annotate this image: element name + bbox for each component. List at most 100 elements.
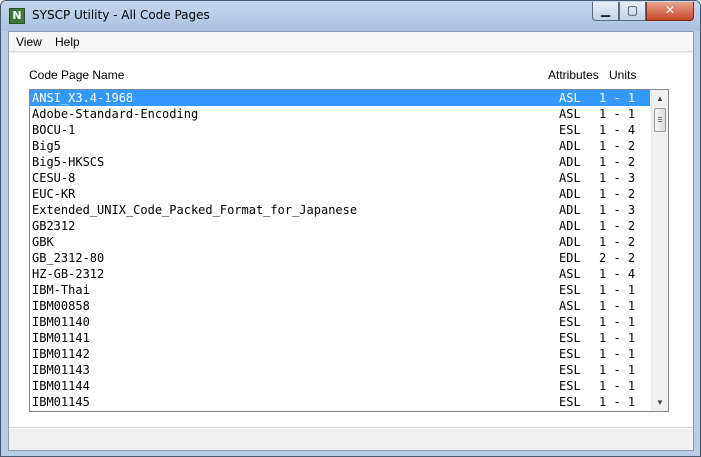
minimize-button[interactable]: ▁	[592, 2, 619, 21]
code-page-name: IBM-Thai	[32, 283, 90, 297]
code-page-units: 1 - 1	[599, 283, 636, 297]
list-item[interactable]: IBM01144 ESL 1 - 1	[30, 378, 650, 394]
code-page-attributes: ADL	[559, 187, 581, 201]
code-page-attributes: ESL	[559, 315, 581, 329]
code-page-units: 1 - 3	[599, 171, 636, 185]
scroll-up-button[interactable]: ▲	[652, 90, 668, 107]
code-page-units: 1 - 1	[599, 91, 636, 105]
code-page-units: 1 - 2	[599, 219, 636, 233]
code-page-attributes: ASL	[559, 171, 581, 185]
code-page-attributes: ASL	[559, 91, 581, 105]
code-page-units: 1 - 1	[599, 331, 636, 345]
code-page-name: IBM01145	[32, 395, 90, 409]
code-page-units: 1 - 1	[599, 299, 636, 313]
window-title: SYSCP Utility - All Code Pages	[32, 8, 210, 22]
code-page-units: 1 - 1	[599, 395, 636, 409]
list-item[interactable]: IBM01141 ESL 1 - 1	[30, 330, 650, 346]
code-page-rows: ANSI_X3.4-1968 ASL 1 - 1 Adobe-Standard-Enc…	[30, 90, 650, 410]
grip-line	[658, 119, 662, 120]
code-page-units: 2 - 2	[599, 251, 636, 265]
app-window: N SYSCP Utility - All Code Pages ▁ ▢ ✕ V…	[0, 0, 701, 457]
scroll-down-button[interactable]: ▼	[652, 394, 668, 411]
code-page-attributes: ADL	[559, 235, 581, 249]
code-page-name: IBM01141	[32, 331, 90, 345]
list-item[interactable]: IBM01143 ESL 1 - 1	[30, 362, 650, 378]
list-item[interactable]: ANSI_X3.4-1968 ASL 1 - 1	[30, 90, 650, 106]
code-page-name: Big5	[32, 139, 61, 153]
code-page-units: 1 - 2	[599, 155, 636, 169]
code-page-attributes: ASL	[559, 107, 581, 121]
list-item[interactable]: Big5-HKSCS ADL 1 - 2	[30, 154, 650, 170]
menu-view[interactable]: View	[16, 35, 42, 49]
code-page-units: 1 - 1	[599, 315, 636, 329]
list-item[interactable]: GB2312 ADL 1 - 2	[30, 218, 650, 234]
content-pane: Code Page Name Attributes Units ANSI_X3.…	[9, 53, 693, 428]
code-page-name: Big5-HKSCS	[32, 155, 105, 169]
code-page-name: IBM01140	[32, 315, 90, 329]
list-item[interactable]: CESU-8 ASL 1 - 3	[30, 170, 650, 186]
code-page-units: 1 - 1	[599, 107, 636, 121]
code-page-units: 1 - 3	[599, 203, 636, 217]
code-page-attributes: ESL	[559, 123, 581, 137]
code-page-attributes: ADL	[559, 219, 581, 233]
column-header-units: Units	[609, 68, 637, 82]
list-item[interactable]: Big5 ADL 1 - 2	[30, 138, 650, 154]
code-page-name: GBK	[32, 235, 54, 249]
list-item[interactable]: IBM-Thai ESL 1 - 1	[30, 282, 650, 298]
code-page-attributes: ASL	[559, 299, 581, 313]
client-area: View Help Code Page Name Attributes Unit…	[8, 31, 694, 451]
code-page-name: ANSI_X3.4-1968	[32, 91, 134, 105]
code-page-name: IBM00858	[32, 299, 90, 313]
list-item[interactable]: IBM00858 ASL 1 - 1	[30, 298, 650, 314]
code-page-list[interactable]: ANSI_X3.4-1968 ASL 1 - 1 Adobe-Standard-Enc…	[29, 89, 669, 412]
grip-line	[658, 121, 662, 122]
grip-line	[658, 117, 662, 118]
code-page-units: 1 - 2	[599, 187, 636, 201]
vertical-scrollbar[interactable]: ▲ ▼	[651, 90, 668, 411]
column-header-name: Code Page Name	[29, 68, 125, 82]
code-page-attributes: EDL	[559, 251, 581, 265]
list-item[interactable]: IBM01140 ESL 1 - 1	[30, 314, 650, 330]
code-page-units: 1 - 4	[599, 123, 636, 137]
list-item[interactable]: Extended_UNIX_Code_Packed_Format_for_Jap…	[30, 202, 650, 218]
code-page-name: IBM01144	[32, 379, 90, 393]
code-page-attributes: ADL	[559, 203, 581, 217]
code-page-name: GB_2312-80	[32, 251, 105, 265]
maximize-button[interactable]: ▢	[619, 2, 646, 21]
scroll-thumb[interactable]	[654, 108, 666, 132]
code-page-name: Adobe-Standard-Encoding	[32, 107, 199, 121]
list-item[interactable]: HZ-GB-2312 ASL 1 - 4	[30, 266, 650, 282]
status-bar	[9, 428, 693, 450]
list-item[interactable]: EUC-KR ADL 1 - 2	[30, 186, 650, 202]
code-page-name: IBM01142	[32, 347, 90, 361]
list-item[interactable]: IBM01142 ESL 1 - 1	[30, 346, 650, 362]
code-page-attributes: ESL	[559, 331, 581, 345]
code-page-name: EUC-KR	[32, 187, 76, 201]
code-page-units: 1 - 1	[599, 347, 636, 361]
code-page-attributes: ESL	[559, 363, 581, 377]
list-item[interactable]: GBK ADL 1 - 2	[30, 234, 650, 250]
code-page-attributes: ESL	[559, 283, 581, 297]
menu-bar: View Help	[9, 32, 693, 52]
code-page-name: Extended_UNIX_Code_Packed_Format_for_Jap…	[32, 203, 358, 217]
code-page-attributes: ESL	[559, 379, 581, 393]
list-item[interactable]: BOCU-1 ESL 1 - 4	[30, 122, 650, 138]
menu-help[interactable]: Help	[55, 35, 80, 49]
list-item[interactable]: GB_2312-80 EDL 2 - 2	[30, 250, 650, 266]
code-page-name: HZ-GB-2312	[32, 267, 105, 281]
code-page-units: 1 - 2	[599, 235, 636, 249]
code-page-name: BOCU-1	[32, 123, 76, 137]
close-button[interactable]: ✕	[646, 2, 694, 21]
code-page-name: CESU-8	[32, 171, 76, 185]
code-page-attributes: ADL	[559, 139, 581, 153]
code-page-name: IBM01143	[32, 363, 90, 377]
list-item[interactable]: Adobe-Standard-Encoding ASL 1 - 1	[30, 106, 650, 122]
code-page-attributes: ADL	[559, 155, 581, 169]
title-bar[interactable]: N SYSCP Utility - All Code Pages ▁ ▢ ✕	[1, 1, 700, 31]
code-page-attributes: ASL	[559, 267, 581, 281]
code-page-attributes: ESL	[559, 347, 581, 361]
app-icon[interactable]: N	[9, 8, 25, 24]
code-page-attributes: ESL	[559, 395, 581, 409]
list-item[interactable]: IBM01145 ESL 1 - 1	[30, 394, 650, 410]
code-page-units: 1 - 1	[599, 379, 636, 393]
